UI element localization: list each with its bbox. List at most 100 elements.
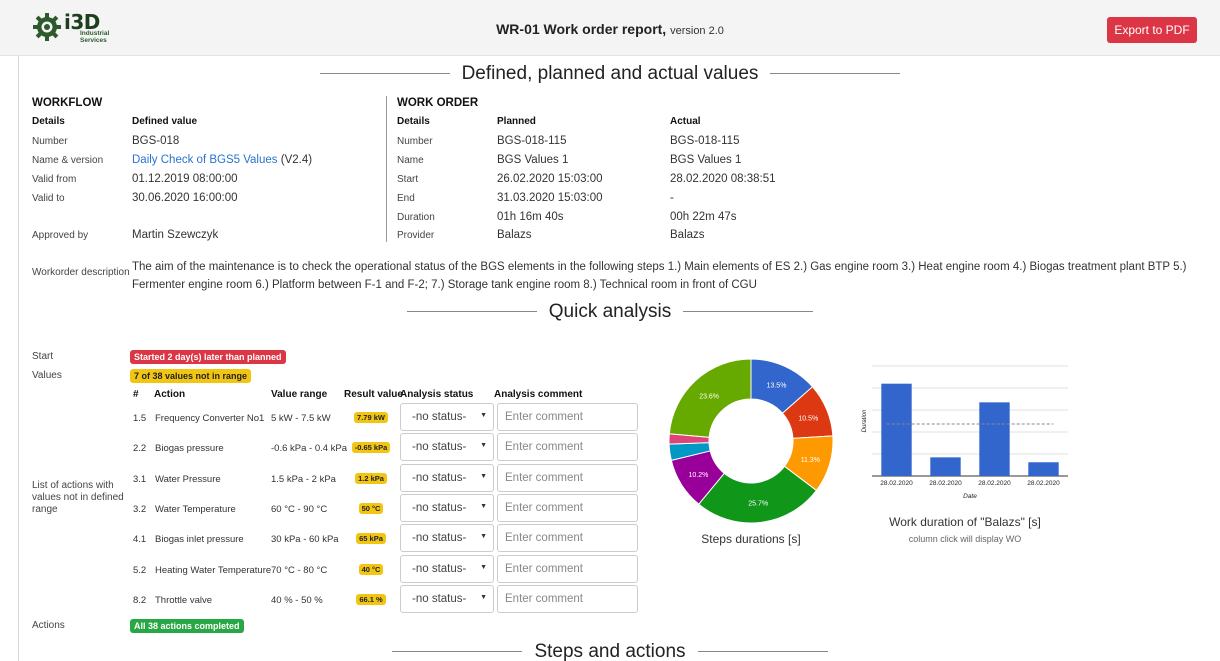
- action-number: 5.2: [133, 564, 147, 576]
- values-label: Values: [32, 370, 62, 381]
- analysis-status-select[interactable]: -no status- ▼: [400, 493, 494, 522]
- bar-chart-xtick: 28.02.2020: [880, 480, 913, 487]
- workorder-actual-value: 00h 22m 47s: [670, 211, 737, 223]
- values-status-badge: 7 of 38 values not in range: [130, 369, 252, 383]
- workorder-planned-value: BGS Values 1: [497, 154, 569, 166]
- workorder-planned-value: 31.03.2020 15:03:00: [497, 192, 603, 204]
- donut-chart-caption: Steps durations [s]: [701, 532, 801, 546]
- result-value-badge: -0.65 kPa: [351, 442, 391, 454]
- bar-chart-caption: Work duration of "Balazs" [s]: [889, 515, 1041, 529]
- workorder-actual-value: 28.02.2020 08:38:51: [670, 173, 776, 185]
- dropdown-arrow-icon: ▼: [480, 472, 487, 480]
- report-title: WR-01 Work order report, version 2.0: [496, 21, 724, 37]
- workflow-label: Valid from: [32, 174, 77, 185]
- action-value-range: 30 kPa - 60 kPa: [271, 534, 339, 546]
- analysis-comment-input[interactable]: Enter comment: [497, 524, 638, 553]
- analysis-status-select[interactable]: -no status- ▼: [400, 433, 494, 462]
- action-number: 8.2: [133, 594, 147, 606]
- donut-slice-label: 25.7%: [748, 501, 768, 508]
- action-name: Water Pressure: [155, 473, 221, 485]
- analysis-comment-input[interactable]: Enter comment: [497, 554, 638, 583]
- action-name: Water Temperature: [155, 503, 236, 515]
- analysis-comment-input[interactable]: Enter comment: [497, 433, 638, 462]
- action-value-range: 70 °C - 80 °C: [271, 564, 328, 576]
- table-row: 8.2 Throttle valve 40 % - 50 % 66.1 % -no st…: [130, 584, 640, 615]
- workorder-actual-header: Actual: [670, 116, 701, 127]
- donut-slice-label: 13.5%: [767, 382, 787, 389]
- actions-label: Actions: [32, 620, 65, 631]
- bar-chart-xtick: 28.02.2020: [929, 480, 962, 487]
- col-header-status: Analysis status: [400, 389, 474, 400]
- analysis-comment-input[interactable]: Enter comment: [497, 493, 638, 522]
- col-header-range: Value range: [271, 389, 328, 400]
- workflow-label: Approved by: [32, 230, 89, 241]
- bar-chart-subtitle: column click will display WO: [908, 534, 1022, 544]
- workflow-details-header: Details: [32, 116, 65, 127]
- left-border: [18, 0, 19, 661]
- bar-chart-bar[interactable]: [1028, 462, 1059, 476]
- dropdown-arrow-icon: ▼: [480, 502, 487, 510]
- section-heading-quick-analysis: Quick analysis: [0, 301, 1220, 323]
- workflow-name-link[interactable]: Daily Check of BGS5 Values: [132, 154, 278, 166]
- export-pdf-button[interactable]: Export to PDF: [1107, 17, 1197, 43]
- result-value-badge: 65 kPa: [356, 533, 386, 545]
- analysis-status-select[interactable]: -no status- ▼: [400, 463, 494, 492]
- analysis-comment-input[interactable]: Enter comment: [497, 584, 638, 613]
- bar-chart-bar[interactable]: [881, 383, 912, 476]
- action-name: Biogas pressure: [155, 443, 224, 455]
- bar-chart-xlabel: Date: [963, 493, 977, 500]
- start-label: Start: [32, 351, 54, 362]
- bar-chart-bar[interactable]: [930, 457, 961, 476]
- workflow-label: Valid to: [32, 193, 65, 204]
- action-number: 3.1: [133, 473, 147, 485]
- workorder-planned-value: 26.02.2020 15:03:00: [497, 173, 603, 185]
- table-row: 3.2 Water Temperature 60 °C - 90 °C 50 °C -n…: [130, 493, 640, 524]
- workflow-label: Number: [32, 136, 68, 147]
- workorder-actual-value: BGS-018-115: [670, 135, 740, 147]
- report-header: i3D Industrial Services WR-01 Work order …: [0, 0, 1220, 56]
- list-actions-label: List of actions with values not in defin…: [32, 480, 124, 515]
- analysis-comment-input[interactable]: Enter comment: [497, 403, 638, 431]
- analysis-status-select[interactable]: -no status- ▼: [400, 403, 494, 431]
- workflow-label: Name & version: [32, 155, 104, 166]
- dropdown-arrow-icon: ▼: [480, 412, 487, 419]
- analysis-comment-input[interactable]: Enter comment: [497, 463, 638, 492]
- workflow-name-version: Daily Check of BGS5 Values (V2.4): [132, 154, 313, 166]
- action-number: 2.2: [133, 443, 147, 455]
- workorder-actual-value: BGS Values 1: [670, 154, 742, 166]
- analysis-status-select[interactable]: -no status- ▼: [400, 584, 494, 613]
- description-label: Workorder description: [32, 267, 130, 278]
- workflow-number: BGS-018: [132, 135, 180, 147]
- work-duration-bar-chart: Duration 28.02.2020 28.02.2020 28.02.2020 28…: [862, 365, 1068, 500]
- workorder-planned-value: BGS-018-115: [497, 135, 567, 147]
- analysis-status-select[interactable]: -no status- ▼: [400, 554, 494, 583]
- bar-chart-bar[interactable]: [979, 402, 1010, 476]
- workorder-description: The aim of the maintenance is to check t…: [132, 261, 1187, 291]
- steps-duration-donut-chart: 13.5% 10.5% 11.3% 25.7% 10.2% 23.6%: [668, 358, 834, 524]
- workorder-label: End: [397, 193, 415, 204]
- workflow-valid-from: 01.12.2019 08:00:00: [132, 173, 238, 185]
- action-value-range: 1.5 kPa - 2 kPa: [271, 473, 336, 485]
- col-header-comment: Analysis comment: [494, 389, 583, 400]
- table-row: 1.5 Frequency Converter No1 5 kW - 7.5 kW 7…: [130, 403, 640, 433]
- action-name: Throttle valve: [155, 594, 213, 606]
- action-number: 3.2: [133, 503, 147, 515]
- action-name: Frequency Converter No1: [155, 413, 265, 424]
- dropdown-arrow-icon: ▼: [480, 593, 487, 601]
- start-status-badge: Started 2 day(s) later than planned: [130, 350, 286, 364]
- workflow-defined-header: Defined value: [132, 116, 198, 127]
- actions-status-badge: All 38 actions completed: [130, 619, 244, 633]
- donut-slice-label: 11.3%: [801, 457, 820, 464]
- action-value-range: -0.6 kPa - 0.4 kPa: [271, 443, 348, 455]
- donut-slice-label: 10.5%: [798, 415, 818, 422]
- workorder-planned-header: Planned: [497, 116, 536, 127]
- analysis-status-select[interactable]: -no status- ▼: [400, 524, 494, 553]
- workorder-actual-value: Balazs: [670, 229, 705, 241]
- workorder-planned-value: 01h 16m 40s: [497, 211, 564, 223]
- result-value-badge: 7.79 kW: [354, 412, 388, 423]
- bar-chart-xtick: 28.02.2020: [1027, 480, 1060, 487]
- table-row: 5.2 Heating Water Temperature 70 °C - 80 °…: [130, 554, 640, 585]
- donut-slice-label: 23.6%: [699, 393, 719, 400]
- table-row: 4.1 Biogas inlet pressure 30 kPa - 60 kPa 6…: [130, 524, 640, 554]
- workorder-details-header: Details: [397, 116, 430, 127]
